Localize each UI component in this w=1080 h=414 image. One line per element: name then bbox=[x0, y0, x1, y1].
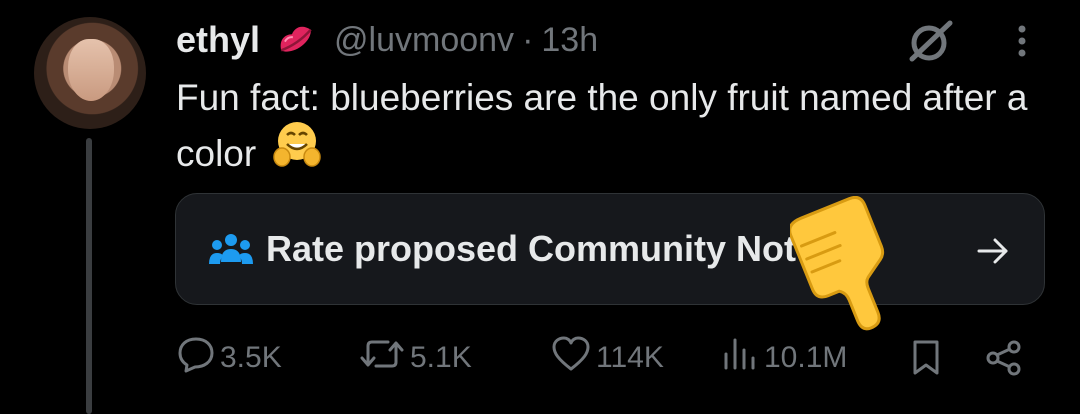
tweet-actions: 3.5K 5.1K 114K 10.1M bbox=[0, 330, 1080, 390]
like-count: 114K bbox=[596, 341, 664, 374]
avatar[interactable] bbox=[34, 17, 146, 129]
views-button[interactable]: 10.1M bbox=[720, 330, 847, 386]
heart-icon bbox=[550, 334, 592, 382]
kiss-lips-icon bbox=[274, 23, 318, 57]
tweet-text: Fun fact: blueberries are the only fruit… bbox=[176, 70, 1056, 185]
repost-button[interactable]: 5.1K bbox=[358, 330, 472, 386]
display-name[interactable]: ethyl bbox=[176, 19, 260, 61]
bookmark-icon[interactable] bbox=[910, 330, 942, 386]
timestamp[interactable]: 13h bbox=[541, 21, 598, 60]
views-icon bbox=[720, 334, 760, 382]
views-count: 10.1M bbox=[764, 341, 848, 374]
thumbs-down-icon bbox=[788, 195, 906, 339]
people-icon bbox=[208, 232, 254, 273]
share-icon[interactable] bbox=[984, 330, 1024, 386]
more-options-icon[interactable] bbox=[1012, 22, 1032, 67]
reply-icon bbox=[176, 334, 216, 382]
repost-count: 5.1K bbox=[410, 341, 472, 374]
reply-count: 3.5K bbox=[220, 341, 282, 374]
community-note-card[interactable]: Rate proposed Community Notes bbox=[175, 193, 1045, 305]
tweet-header: ethyl @luvmoonv · 13h bbox=[176, 18, 598, 62]
like-button[interactable]: 114K bbox=[550, 330, 664, 386]
hugging-face-icon bbox=[272, 119, 322, 185]
grok-icon[interactable] bbox=[904, 19, 958, 68]
separator-dot: · bbox=[522, 20, 534, 59]
repost-icon bbox=[358, 334, 406, 382]
community-note-label: Rate proposed Community Notes bbox=[266, 228, 837, 269]
reply-button[interactable]: 3.5K bbox=[176, 330, 282, 386]
avatar-face bbox=[68, 39, 114, 101]
arrow-right-icon[interactable] bbox=[976, 234, 1010, 273]
user-handle[interactable]: @luvmoonv bbox=[334, 21, 514, 60]
